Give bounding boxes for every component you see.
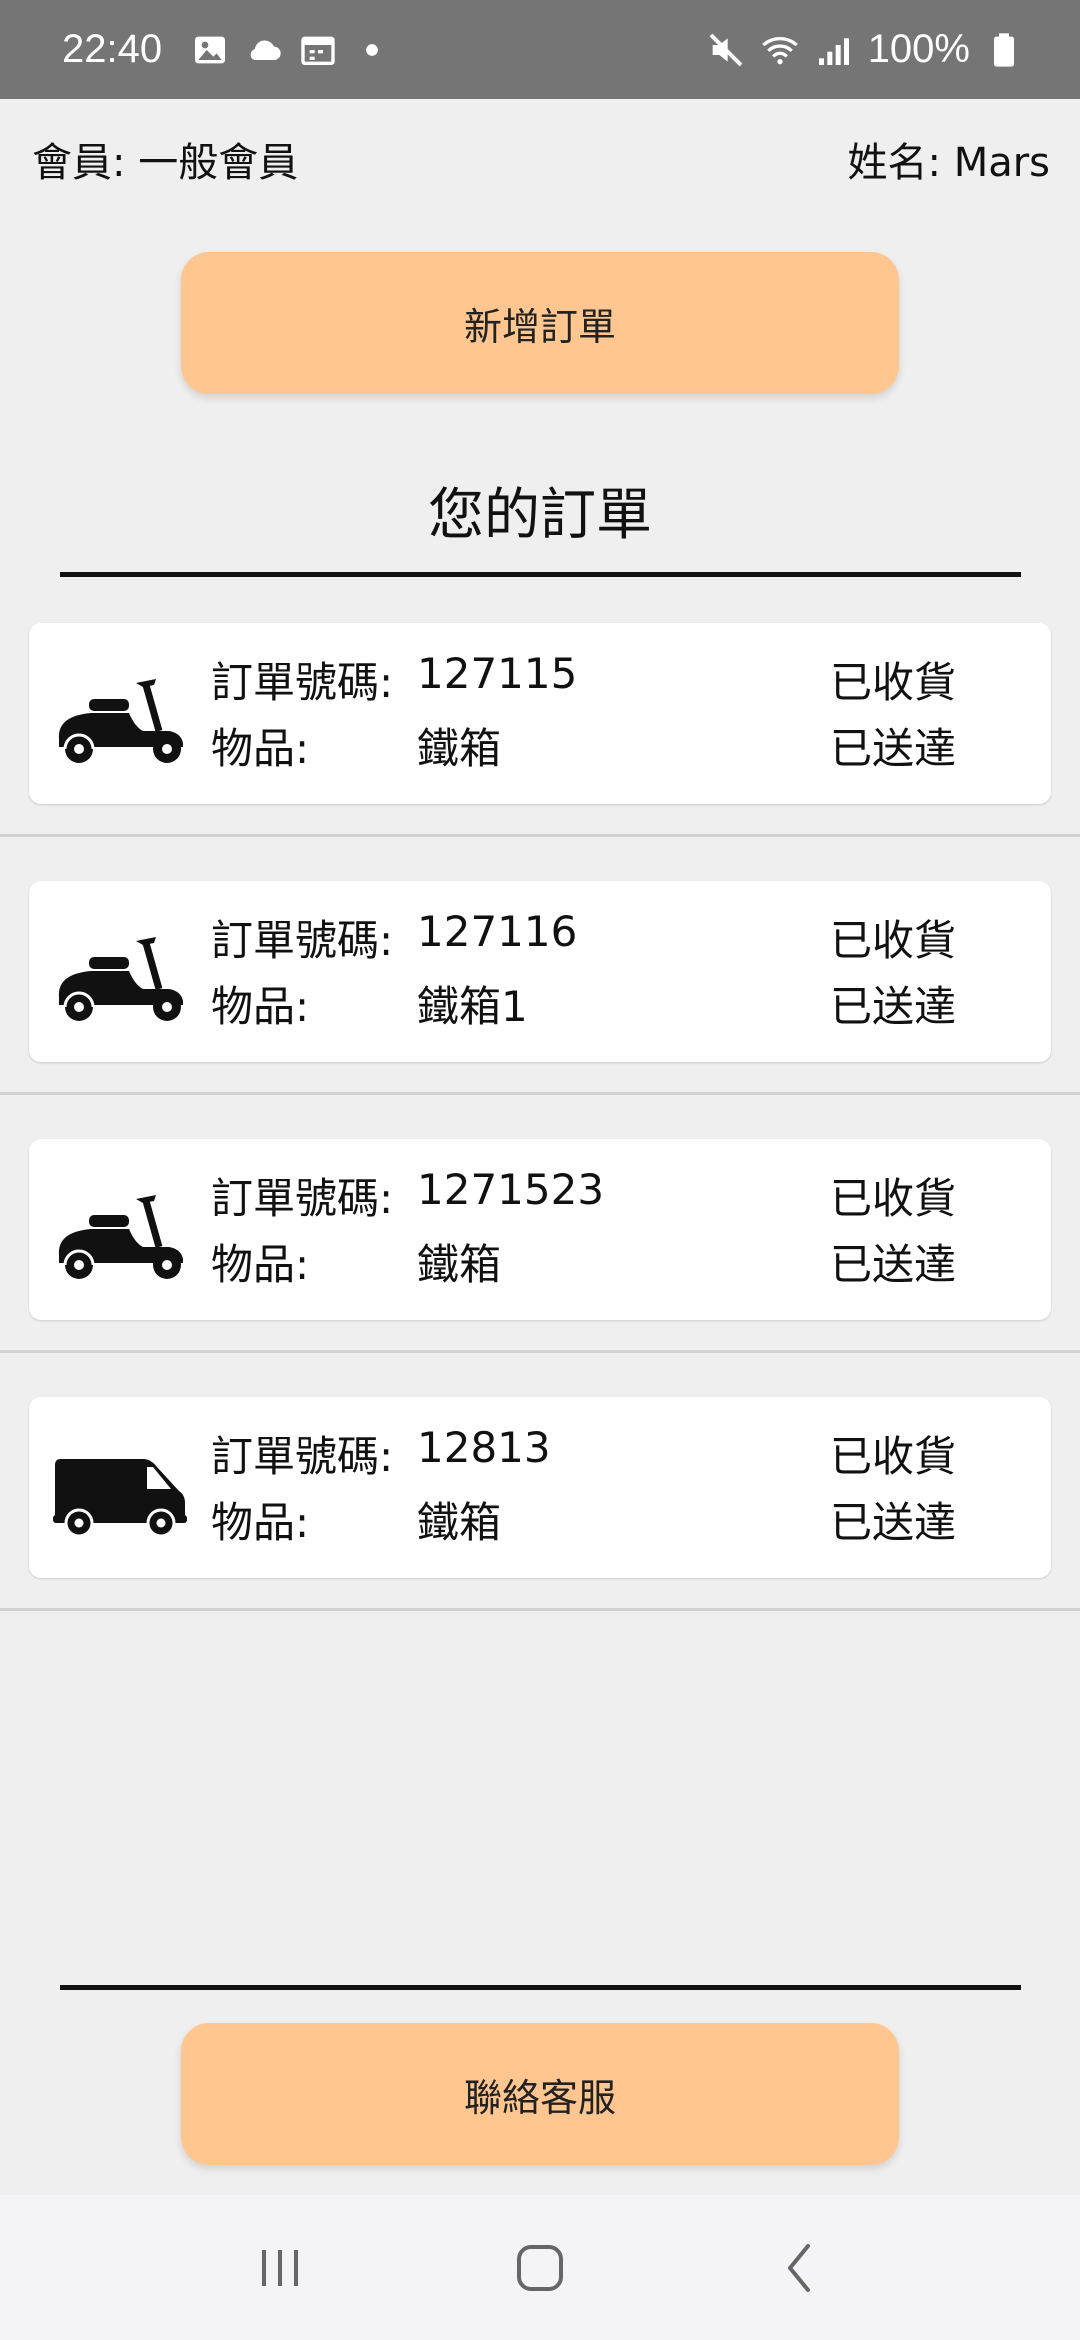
order-card[interactable]: 訂單號碼: 12813 已收貨 物品: 鐵箱 已送達 [29,1397,1051,1578]
item-name: 鐵箱 [417,1498,502,1547]
wifi-icon [760,30,800,70]
calendar-icon [298,30,338,70]
status-left: 22:40 [62,27,392,72]
order-number-label: 訂單號碼: [211,916,394,965]
order-number: 12813 [417,1423,551,1472]
order-card[interactable]: 訂單號碼: 127116 已收貨 物品: 鐵箱1 已送達 [29,881,1051,1062]
mute-icon [706,30,746,70]
page-title: 您的訂單 [428,483,652,548]
delivery-status: 已送達 [830,982,957,1031]
order-card[interactable]: 訂單號碼: 1271523 已收貨 物品: 鐵箱 已送達 [29,1139,1051,1320]
receive-status: 已收貨 [830,916,957,965]
member-name: 姓名: Mars [847,140,1051,186]
status-right: 100% [706,27,1024,72]
item-name: 鐵箱 [417,1240,502,1289]
order-number: 127115 [417,649,578,698]
image-icon [190,30,230,70]
item-name: 鐵箱1 [417,982,528,1031]
item-name: 鐵箱 [417,724,502,773]
cloud-icon [244,30,284,70]
recents-icon[interactable] [250,2238,310,2298]
delivery-status: 已送達 [830,1498,957,1547]
van-icon [51,1435,191,1540]
status-bar: 22:40 100% [0,0,1080,99]
navigation-bar [0,2195,1080,2340]
back-icon[interactable] [770,2238,830,2298]
item-label: 物品: [211,1240,310,1289]
scooter-icon [51,1177,191,1282]
order-number-label: 訂單號碼: [211,1432,394,1481]
battery-icon [984,30,1024,70]
order-number: 127116 [417,907,578,956]
member-level: 會員: 一般會員 [32,140,299,186]
delivery-status: 已送達 [830,1240,957,1289]
home-icon[interactable] [510,2238,570,2298]
scooter-icon [51,661,191,766]
order-number-label: 訂單號碼: [211,1174,394,1223]
dot-icon [352,30,392,70]
divider [60,572,1021,577]
contact-support-button[interactable]: 聯絡客服 [181,2023,899,2165]
member-info: 會員: 一般會員 姓名: Mars [32,130,1050,188]
item-label: 物品: [211,1498,310,1547]
battery-percent: 100% [867,27,970,71]
new-order-button[interactable]: 新增訂單 [181,252,899,394]
receive-status: 已收貨 [830,658,957,707]
scooter-icon [51,919,191,1024]
list-separator [0,1092,1080,1095]
receive-status: 已收貨 [830,1174,957,1223]
divider [60,1985,1021,1990]
list-separator [0,1350,1080,1353]
item-label: 物品: [211,724,310,773]
item-label: 物品: [211,982,310,1031]
receive-status: 已收貨 [830,1432,957,1481]
status-time: 22:40 [62,27,163,71]
order-number: 1271523 [417,1165,605,1214]
list-separator [0,1608,1080,1611]
list-separator [0,834,1080,837]
signal-icon [814,30,854,70]
order-card[interactable]: 訂單號碼: 127115 已收貨 物品: 鐵箱 已送達 [29,623,1051,804]
order-number-label: 訂單號碼: [211,658,394,707]
delivery-status: 已送達 [830,724,957,773]
